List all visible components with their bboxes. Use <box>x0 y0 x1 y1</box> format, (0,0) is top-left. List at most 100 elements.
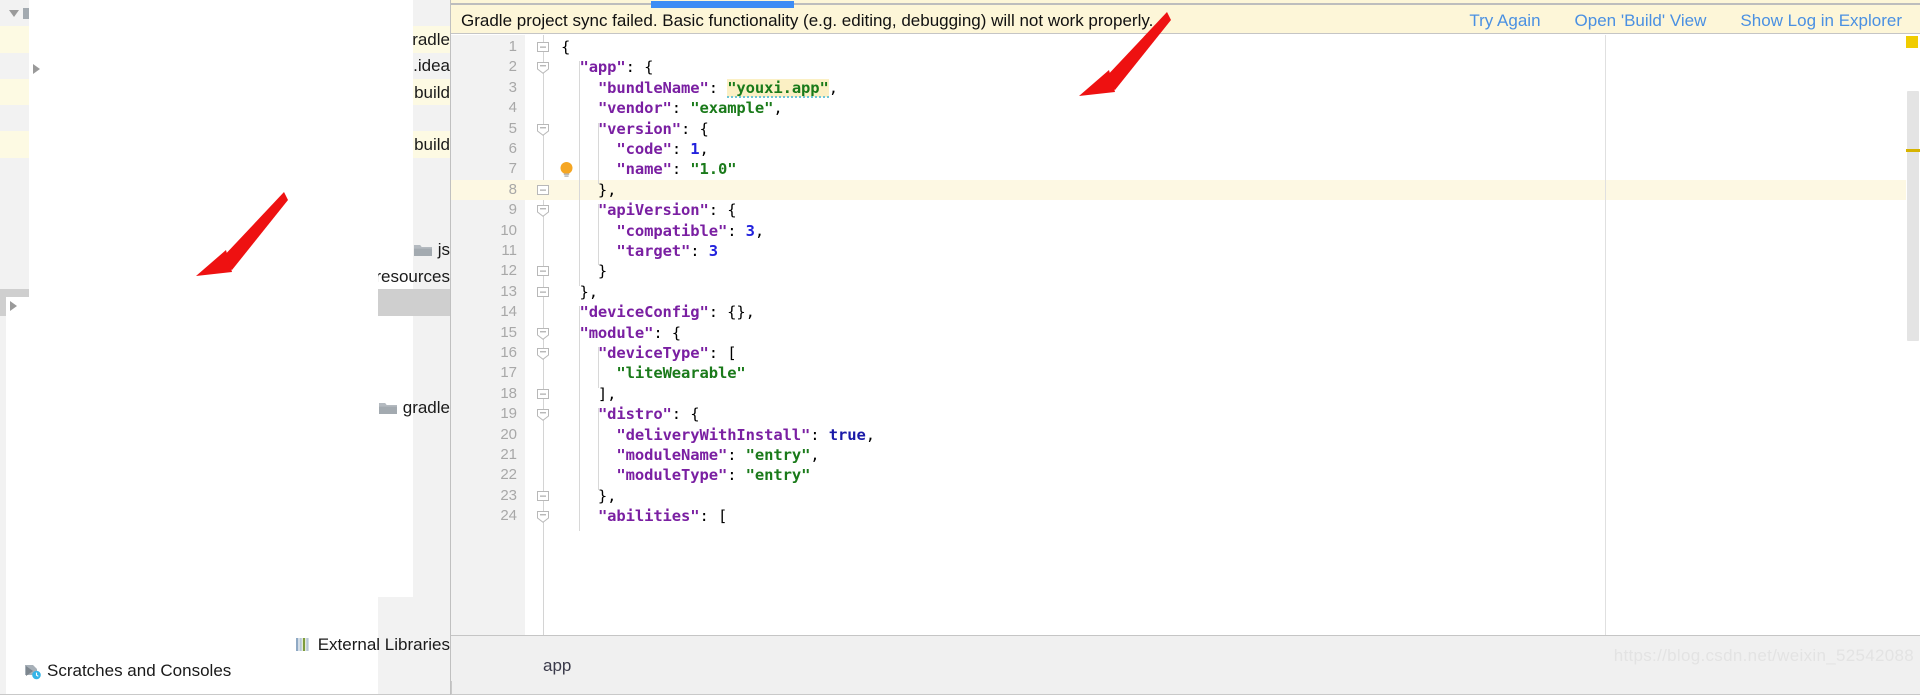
tree-item-external-libraries[interactable]: External Libraries <box>0 296 450 695</box>
code-token: "entry" <box>745 446 811 464</box>
editor-bottom-bar: app https://blog.csdn.net/weixin_5254208… <box>451 635 1920 695</box>
banner-message: Gradle project sync failed. Basic functi… <box>461 11 1154 30</box>
code-line[interactable] <box>451 282 1920 302</box>
code-token: , <box>828 78 838 97</box>
fold-toggle-arrow-icon[interactable] <box>537 510 549 524</box>
tree-item-label: External Libraries <box>317 634 450 654</box>
code-line-text[interactable]: "moduleName": "entry", <box>561 445 819 465</box>
libraries-icon <box>293 635 313 653</box>
code-line-text[interactable]: "version": { <box>561 119 709 139</box>
code-token: : <box>727 221 746 240</box>
banner-link-open-build-view[interactable]: Open 'Build' View <box>1575 11 1707 31</box>
fold-toggle-arrow-icon[interactable] <box>537 408 549 422</box>
code-line-text[interactable]: ], <box>561 384 617 404</box>
code-token: "moduleType" <box>616 466 728 485</box>
code-line-text[interactable]: "app": { <box>561 57 653 77</box>
code-token: }, <box>561 180 617 199</box>
code-line-text[interactable]: "deviceConfig": {}, <box>561 302 755 322</box>
code-token: : <box>727 446 746 464</box>
sync-failed-banner: Gradle project sync failed. Basic functi… <box>451 9 1920 34</box>
code-line-text[interactable]: "deviceType": [ <box>561 343 737 363</box>
code-line[interactable] <box>451 37 1920 57</box>
code-editor[interactable]: 1{2 "app": {3 "bundleName": "youxi.app",… <box>451 35 1920 635</box>
line-number: 13 <box>500 282 517 300</box>
code-line-text[interactable]: "distro": { <box>561 404 700 424</box>
code-line-text[interactable]: "compatible": 3, <box>561 221 764 241</box>
code-line[interactable] <box>451 384 1920 404</box>
code-line-text[interactable]: { <box>561 37 570 57</box>
sync-progress-strip <box>451 0 1920 9</box>
fold-toggle-minus-icon[interactable] <box>537 286 549 298</box>
banner-link-try-again[interactable]: Try Again <box>1469 11 1540 31</box>
fold-toggle-arrow-icon[interactable] <box>537 123 549 136</box>
code-line[interactable] <box>451 179 1920 201</box>
code-line[interactable] <box>451 486 1920 506</box>
code-line-text[interactable]: }, <box>561 180 617 200</box>
code-token: "moduleName" <box>616 446 728 464</box>
code-line-text[interactable]: "apiVersion": { <box>561 200 737 220</box>
breadcrumb[interactable]: app <box>543 656 571 676</box>
code-line-text[interactable]: "liteWearable" <box>561 363 746 383</box>
code-token: 3 <box>708 242 718 260</box>
code-token: : { <box>653 323 682 342</box>
code-token: "deviceConfig" <box>579 303 709 322</box>
banner-link-show-log-in-explorer[interactable]: Show Log in Explorer <box>1740 11 1902 31</box>
folder-icon <box>378 399 398 417</box>
editor-scrollbar-thumb[interactable] <box>1907 91 1919 341</box>
code-token: "liteWearable" <box>616 364 746 383</box>
fold-toggle-minus-icon[interactable] <box>537 490 549 502</box>
indent-guide <box>579 306 580 531</box>
fold-toggle-minus-icon[interactable] <box>537 388 549 400</box>
code-token: 1 <box>690 140 700 158</box>
line-number: 11 <box>501 242 517 259</box>
line-number: 3 <box>508 78 517 96</box>
code-line-text[interactable]: }, <box>561 486 617 506</box>
tree-item-scratches-and-consoles[interactable]: Scratches and Consoles <box>0 657 450 683</box>
code-line-text[interactable]: "abilities": [ <box>561 506 727 526</box>
chevron-right-icon[interactable] <box>6 296 293 695</box>
project-tree-panel[interactable]: xiuxianyouxiD:\xiuxianyouxi.gradle.ideab… <box>0 0 451 695</box>
code-token: : { <box>671 405 700 424</box>
code-line-text[interactable]: "code": 1, <box>561 139 708 159</box>
tree-item-label: build <box>414 135 450 155</box>
fold-toggle-minus-icon[interactable] <box>537 265 549 277</box>
editor-scrollbar-track[interactable] <box>1906 35 1920 635</box>
line-number: 5 <box>508 119 517 137</box>
fold-toggle-arrow-icon[interactable] <box>537 61 549 75</box>
code-token: }, <box>561 486 617 505</box>
fold-toggle-minus-icon[interactable] <box>537 184 549 196</box>
project-tree[interactable]: xiuxianyouxiD:\xiuxianyouxi.gradle.ideab… <box>0 0 450 695</box>
code-token: "abilities" <box>597 507 700 526</box>
fold-toggle-arrow-icon[interactable] <box>537 347 549 360</box>
indent-guide <box>598 204 599 266</box>
code-line-text[interactable]: } <box>561 261 607 281</box>
code-line-text[interactable]: "bundleName": "youxi.app", <box>561 78 838 98</box>
warning-marker-stripe[interactable] <box>1906 149 1920 152</box>
code-line[interactable] <box>451 261 1920 281</box>
code-token: "apiVersion" <box>597 201 709 220</box>
code-line[interactable] <box>451 57 1920 77</box>
tree-item-label: js <box>437 240 450 260</box>
fold-toggle-minus-icon[interactable] <box>537 41 549 53</box>
code-token: "compatible" <box>616 221 728 240</box>
code-token: "app" <box>579 58 626 77</box>
chevron-down-icon[interactable] <box>6 5 22 21</box>
warning-summary-icon[interactable] <box>1906 36 1918 48</box>
line-number: 23 <box>500 486 517 504</box>
fold-toggle-arrow-icon[interactable] <box>537 327 549 340</box>
code-token: : <box>727 466 746 485</box>
code-line-text[interactable]: "name": "1.0" <box>561 159 736 179</box>
code-line-text[interactable]: "deliveryWithInstall": true, <box>561 425 875 445</box>
code-line-text[interactable]: "target": 3 <box>561 241 718 261</box>
watermark: https://blog.csdn.net/weixin_52542088 <box>1613 646 1914 665</box>
code-token: "version" <box>597 119 682 138</box>
code-line-text[interactable]: "vendor": "example", <box>561 98 783 118</box>
fold-toggle-arrow-icon[interactable] <box>537 204 549 218</box>
